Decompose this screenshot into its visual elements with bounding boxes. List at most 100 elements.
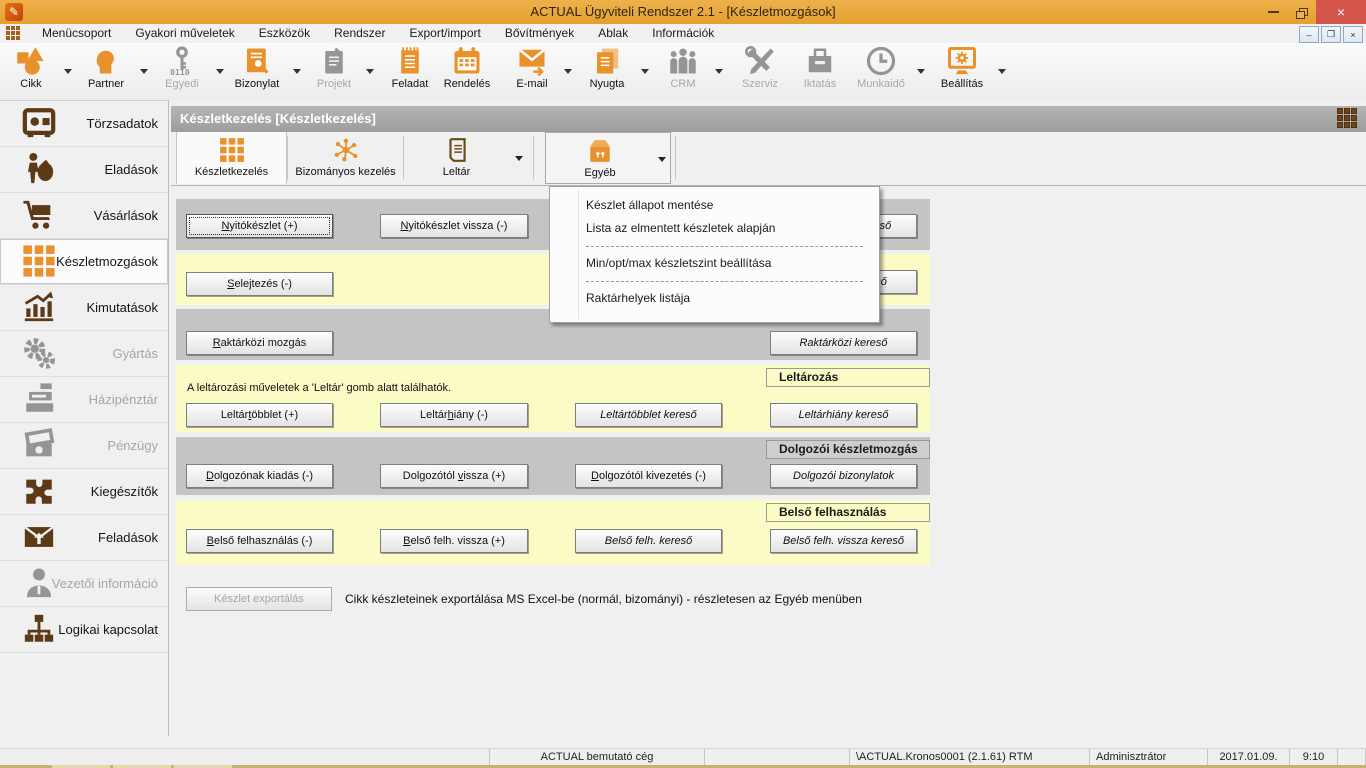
toolbar-item-rendeles[interactable]: Rendelés [437,45,497,97]
toolbar-item-partner[interactable]: Partner [78,45,134,97]
tab-keszletkezeles[interactable]: Készletkezelés [176,132,287,184]
menu-eszkozok[interactable]: Eszközök [247,24,322,43]
sidebar-item-penzugy[interactable]: Pénzügy [0,423,168,469]
tab-bizomanyos-kezeles[interactable]: Bizományos kezelés [288,132,403,184]
status-date: 2017.01.09. [1208,749,1290,766]
nyitokeszlet-vissza-button[interactable]: Nyitókészlet vissza (-) [380,214,528,238]
toolbar-item-projekt[interactable]: Projekt [306,45,362,97]
mdi-minimize-button[interactable]: – [1299,26,1319,43]
egyeb-dropdown-menu: Készlet állapot mentése Lista az elmente… [549,186,880,323]
minimize-button[interactable] [1258,0,1288,24]
cikk-dropdown-arrow-icon[interactable] [64,69,72,74]
mdi-restore-button[interactable]: ❐ [1321,26,1341,43]
tab-strip: Készletkezelés Bizományos kezelés Leltár… [171,132,1366,186]
email-dropdown-arrow-icon[interactable] [564,69,572,74]
sidebar-item-label: Kiegészítők [91,469,158,514]
scroll-icon [444,137,470,163]
toolbar-label: E-mail [504,78,560,90]
close-button[interactable]: × [1316,0,1366,24]
toolbar-item-cikk[interactable]: Cikk [3,45,59,97]
menu-item-min-opt-max[interactable]: Min/opt/max készletszint beállítása [550,252,879,275]
raktarkozi-mozgas-button[interactable]: Raktárközi mozgás [186,331,333,355]
sidebar-item-vezetoi-informacio[interactable]: Vezetői információ [0,561,168,607]
beallitas-dropdown-arrow-icon[interactable] [998,69,1006,74]
sidebar-item-kimutatasok[interactable]: Kimutatások [0,285,168,331]
menu-item-keszlet-allapot-mentese[interactable]: Készlet állapot mentése [550,194,879,217]
nyugta-dropdown-arrow-icon[interactable] [641,69,649,74]
crm-dropdown-arrow-icon[interactable] [715,69,723,74]
sidebar-item-logikai-kapcsolat[interactable]: Logikai kapcsolat [0,607,168,653]
egyedi-dropdown-arrow-icon[interactable] [216,69,224,74]
leltarhiany-kereso-button[interactable]: Leltárhiány kereső [770,403,917,427]
leltarhiany-button[interactable]: Leltárhiány (-) [380,403,528,427]
partner-dropdown-arrow-icon[interactable] [140,69,148,74]
menu-menucsoport[interactable]: Menücsoport [30,24,123,43]
tab-separator [675,136,676,180]
toolbar-label: Munkaidő [849,78,913,90]
leltartobblet-button[interactable]: Leltártöbblet (+) [186,403,333,427]
menu-bovitmenyek[interactable]: Bővítmények [493,24,586,43]
sidebar-item-keszletmozgasok[interactable]: Készletmozgások [0,239,168,285]
status-company: ACTUAL bemutató cég [490,749,705,766]
dolgozotol-kivezetes-button[interactable]: Dolgozótól kivezetés (-) [575,464,722,488]
dolgozonak-kiadas-button[interactable]: Dolgozónak kiadás (-) [186,464,333,488]
toolbar-item-bizonylat[interactable]: Bizonylat [225,45,289,97]
sidebar-item-label: Vásárlások [94,193,158,238]
sidebar-item-hazipenztar[interactable]: Házipénztár [0,377,168,423]
toolbar-item-egyedi[interactable]: 0110 Egyedi [154,45,210,97]
register-icon [22,382,56,416]
toolbar-item-nyugta[interactable]: Nyugta [577,45,637,97]
projekt-dropdown-arrow-icon[interactable] [366,69,374,74]
menu-grid-icon[interactable] [6,26,22,42]
belso-felh-vissza-kereso-button[interactable]: Belső felh. vissza kereső [770,529,917,553]
menu-rendszer[interactable]: Rendszer [322,24,397,43]
menu-item-raktarhelyek-listaja[interactable]: Raktárhelyek listája [550,287,879,310]
restore-button[interactable] [1288,0,1314,24]
toolbar-label: Partner [78,78,134,90]
bizonylat-dropdown-arrow-icon[interactable] [293,69,301,74]
menu-informaciok[interactable]: Információk [640,24,726,43]
sidebar-item-feladasok[interactable]: Feladások [0,515,168,561]
menu-ablak[interactable]: Ablak [586,24,640,43]
belso-felhasznalas-button[interactable]: Belső felhasználás (-) [186,529,333,553]
sidebar-item-vasarlasok[interactable]: Vásárlások [0,193,168,239]
selejtezes-button[interactable]: Selejtezés (-) [186,272,333,296]
toolbar-item-munkaido[interactable]: Munkaidő [849,45,913,97]
sidebar-item-kiegeszitok[interactable]: Kiegészítők [0,469,168,515]
sidebar-item-torzsadatok[interactable]: Törzsadatok [0,101,168,147]
status-bar: ACTUAL bemutató cég \ACTUAL.Kronos0001 (… [0,748,1366,766]
toolbar-item-szerviz[interactable]: Szerviz [730,45,790,97]
toolbar-item-beallitas[interactable]: Beállítás [930,45,994,97]
toolbar-item-iktatas[interactable]: Iktatás [790,45,850,97]
belso-felh-kereso-button[interactable]: Belső felh. kereső [575,529,722,553]
shapes-icon [16,46,46,76]
dolgozoi-bizonylatok-button[interactable]: Dolgozói bizonylatok [770,464,917,488]
keszlet-exportalas-button[interactable]: Készlet exportálás [186,587,332,611]
egyeb-dropdown-button[interactable] [654,132,671,184]
nyitokeszlet-plus-button[interactable]: Nyitókészlet (+) [186,214,333,238]
person-bag-icon [22,152,56,186]
sidebar-item-label: Pénzügy [107,423,158,468]
menu-gyakori-muveletek[interactable]: Gyakori műveletek [123,24,246,43]
dolgozotol-vissza-button[interactable]: Dolgozótól vissza (+) [380,464,528,488]
leltartobblet-kereso-button[interactable]: Leltártöbblet kereső [575,403,722,427]
tab-leltar[interactable]: Leltár [404,132,509,184]
sidebar-item-eladasok[interactable]: Eladások [0,147,168,193]
status-time: 9:10 [1290,749,1338,766]
sidebar-item-gyartas[interactable]: Gyártás [0,331,168,377]
munkaido-dropdown-arrow-icon[interactable] [917,69,925,74]
belso-felh-vissza-button[interactable]: Belső felh. vissza (+) [380,529,528,553]
network-icon [333,137,359,163]
toolbar-item-crm[interactable]: CRM [655,45,711,97]
raktarkozi-kereso-button[interactable]: Raktárközi kereső [770,331,917,355]
tab-egyeb[interactable]: Egyéb [545,132,655,184]
mdi-close-button[interactable]: × [1343,26,1363,43]
export-note: Cikk készleteinek exportálása MS Excel-b… [345,592,862,606]
menu-export-import[interactable]: Export/import [397,24,492,43]
status-user: Adminisztrátor [1090,749,1208,766]
toolbar-item-feladat[interactable]: Feladat [380,45,440,97]
toolbar-item-email[interactable]: E-mail [504,45,560,97]
leltar-dropdown-arrow-icon[interactable] [515,156,523,161]
menu-item-lista-elmentett-keszletek[interactable]: Lista az elmentett készletek alapján [550,217,879,240]
sidebar-item-label: Gyártás [112,331,158,376]
